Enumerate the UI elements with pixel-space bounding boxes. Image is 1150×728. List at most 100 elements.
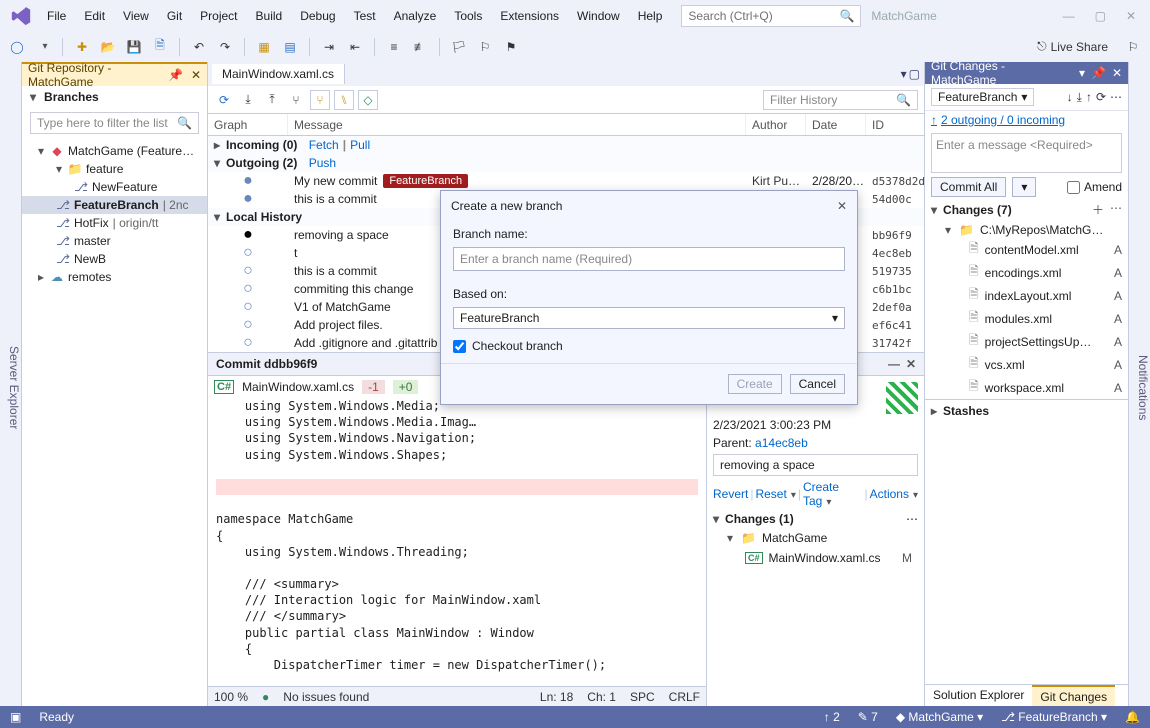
status-notifications-icon[interactable]: 🔔: [1125, 710, 1140, 724]
reset-link[interactable]: Reset: [755, 487, 795, 501]
quick-search[interactable]: Search (Ctrl+Q) 🔍: [681, 5, 861, 27]
pin-icon[interactable]: 📌: [168, 68, 183, 82]
menu-help[interactable]: Help: [629, 5, 672, 27]
changed-file[interactable]: 🗎vcs.xmlA: [925, 353, 1128, 376]
minimize-icon[interactable]: —: [1063, 9, 1075, 23]
changed-file[interactable]: 🗎encodings.xmlA: [925, 261, 1128, 284]
save-all-icon[interactable]: 🗎: [149, 36, 171, 58]
branch-name-input[interactable]: Enter a branch name (Required): [453, 247, 845, 271]
uncomment-icon[interactable]: ≢: [409, 36, 431, 58]
tab-close-all-icon[interactable]: ▢: [909, 67, 920, 81]
view3-icon[interactable]: ◇: [358, 90, 378, 110]
close-icon[interactable]: ✕: [1126, 9, 1136, 23]
push-link[interactable]: Push: [309, 156, 336, 170]
branch-filter-input[interactable]: Type here to filter the list 🔍: [30, 112, 199, 134]
changed-file[interactable]: 🗎modules.xmlA: [925, 307, 1128, 330]
commit-all-button[interactable]: Commit All: [931, 177, 1006, 197]
pull-icon[interactable]: ⤓: [1077, 90, 1082, 105]
maximize-icon[interactable]: ▢: [1095, 9, 1106, 23]
menu-build[interactable]: Build: [247, 5, 292, 27]
branch-newb[interactable]: ⎇NewB: [22, 250, 207, 268]
refresh-icon[interactable]: ⟳: [214, 90, 234, 110]
branch-newfeature[interactable]: ⎇NewFeature: [22, 178, 207, 196]
output-icon[interactable]: ▣: [10, 710, 21, 724]
stage-all-icon[interactable]: ＋: [1092, 201, 1104, 218]
branch-hotfix[interactable]: ⎇HotFix | origin/tt: [22, 214, 207, 232]
sync-icon[interactable]: ⟳: [1096, 90, 1106, 105]
tab-dropdown-icon[interactable]: ▾: [901, 67, 907, 81]
comment-icon[interactable]: ≡: [383, 36, 405, 58]
redo-icon[interactable]: ↷: [214, 36, 236, 58]
menu-file[interactable]: File: [38, 5, 75, 27]
commit-message[interactable]: removing a space: [713, 454, 918, 476]
bookmark2-icon[interactable]: ⚐: [474, 36, 496, 58]
incoming-section[interactable]: Incoming (0) Fetch | Pull: [208, 136, 924, 154]
repo-root[interactable]: ◆MatchGame (Feature…: [22, 142, 207, 160]
stashes-section[interactable]: Stashes: [925, 399, 1128, 422]
view2-icon[interactable]: ⑊: [334, 90, 354, 110]
menu-analyze[interactable]: Analyze: [385, 5, 446, 27]
parent-link[interactable]: a14ec8eb: [755, 436, 808, 450]
git-repo-tab[interactable]: Git Repository - MatchGame 📌 ✕: [22, 62, 207, 86]
folder-feature[interactable]: 📁feature: [22, 160, 207, 178]
create-button[interactable]: Create: [728, 374, 782, 394]
changes-section[interactable]: Changes (7)＋⋯: [925, 197, 1128, 222]
doc-tab-mainwindow[interactable]: MainWindow.xaml.cs: [212, 64, 345, 84]
outgoing-section[interactable]: Outgoing (2) Push: [208, 154, 924, 172]
dialog-close-icon[interactable]: ✕: [837, 199, 847, 213]
more-icon[interactable]: ⋯: [1110, 90, 1122, 105]
bookmark-icon[interactable]: 🏳: [448, 36, 470, 58]
branch-featurebranch[interactable]: ⎇FeatureBranch| 2nc: [22, 196, 207, 214]
create-tag-link[interactable]: Create Tag: [803, 480, 863, 508]
more-icon[interactable]: ⋯: [1110, 201, 1122, 218]
sync-link[interactable]: ↑2 outgoing / 0 incoming: [925, 111, 1128, 129]
commit-row[interactable]: ●My new commitFeatureBranchKirt Punt…2/2…: [208, 172, 924, 190]
cancel-button[interactable]: Cancel: [790, 374, 845, 394]
revert-link[interactable]: Revert: [713, 487, 748, 501]
branch-master[interactable]: ⎇master: [22, 232, 207, 250]
server-explorer-tab[interactable]: Server Explorer: [7, 344, 21, 431]
feedback-icon[interactable]: ⚐: [1122, 36, 1144, 58]
status-outgoing[interactable]: ↑ 2: [824, 710, 840, 724]
diff-code[interactable]: using System.Windows.Media; using System…: [208, 398, 706, 686]
actions-link[interactable]: Actions: [870, 487, 918, 501]
nav-dropdown[interactable]: [32, 36, 54, 58]
close-detail-icon[interactable]: ✕: [906, 357, 916, 371]
menu-debug[interactable]: Debug: [291, 5, 344, 27]
outdent-icon[interactable]: ⇤: [344, 36, 366, 58]
bookmark3-icon[interactable]: ⚑: [500, 36, 522, 58]
changed-file[interactable]: 🗎workspace.xmlA: [925, 376, 1128, 399]
nav-back-icon[interactable]: ◯: [6, 36, 28, 58]
open-icon[interactable]: 📂: [97, 36, 119, 58]
amend-checkbox[interactable]: Amend: [1067, 180, 1122, 194]
view1-icon[interactable]: ⑂: [310, 90, 330, 110]
tool-a-icon[interactable]: ▦: [253, 36, 275, 58]
minimize-detail-icon[interactable]: —: [888, 357, 900, 371]
fetch-link[interactable]: Fetch: [309, 138, 339, 152]
save-icon[interactable]: 💾: [123, 36, 145, 58]
pull-link[interactable]: Pull: [350, 138, 370, 152]
status-branch[interactable]: ⎇ FeatureBranch ▾: [1001, 710, 1107, 724]
tab-solution-explorer[interactable]: Solution Explorer: [925, 685, 1032, 706]
close-tab-icon[interactable]: ✕: [191, 68, 201, 82]
commit-dropdown[interactable]: ▾: [1012, 177, 1036, 197]
remotes-node[interactable]: ☁remotes: [22, 268, 207, 286]
tab-git-changes[interactable]: Git Changes: [1032, 685, 1115, 706]
history-filter-input[interactable]: Filter History 🔍: [763, 90, 918, 110]
notifications-tab[interactable]: Notifications: [1136, 353, 1150, 422]
changed-file[interactable]: 🗎contentModel.xmlA: [925, 238, 1128, 261]
zoom-level[interactable]: 100 %: [214, 690, 248, 704]
branch-selector[interactable]: FeatureBranch▾: [931, 88, 1034, 106]
changes-file[interactable]: C#MainWindow.xaml.csM: [713, 550, 918, 566]
fetch-icon[interactable]: ⤓: [238, 90, 258, 110]
dropdown-icon[interactable]: ▾: [1079, 66, 1085, 80]
commit-message-input[interactable]: Enter a message <Required>: [931, 133, 1122, 173]
changed-file[interactable]: 🗎indexLayout.xmlA: [925, 284, 1128, 307]
pull-icon[interactable]: ⤒: [262, 90, 282, 110]
changes-project[interactable]: 📁MatchGame: [713, 530, 918, 546]
menu-project[interactable]: Project: [191, 5, 246, 27]
fetch-icon[interactable]: ↓: [1067, 90, 1073, 105]
status-repo[interactable]: ◆ MatchGame ▾: [896, 710, 983, 724]
push-icon[interactable]: ⑂: [286, 90, 306, 110]
branches-header[interactable]: Branches: [22, 86, 207, 108]
